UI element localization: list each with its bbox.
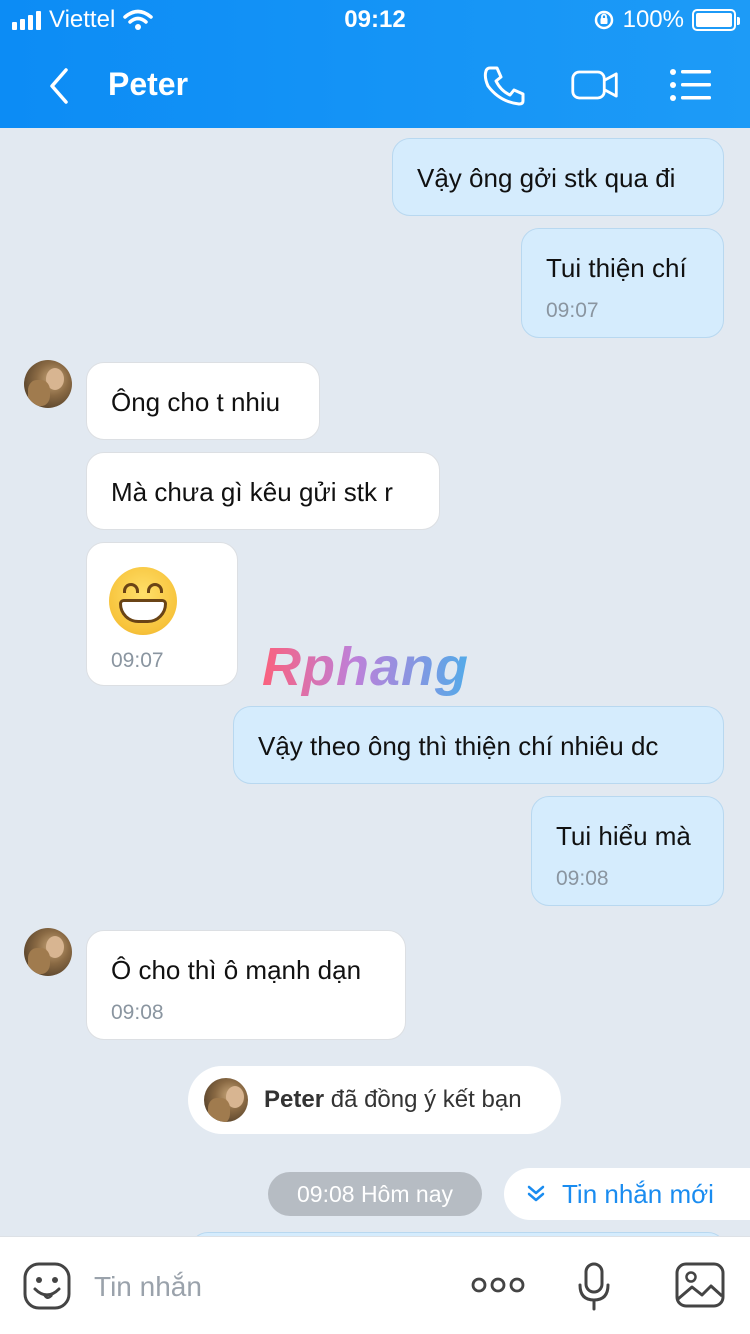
message-bubble[interactable]: Tui hiểu mà 09:08	[531, 796, 724, 906]
message-bubble[interactable]: Vậy theo ông thì thiện chí nhiêu dc	[233, 706, 724, 784]
message-time: 09:08	[111, 1001, 164, 1024]
video-camera-icon[interactable]	[570, 62, 620, 108]
notice-name: Peter	[264, 1086, 325, 1113]
message-text: Tui hiểu mà	[556, 821, 691, 851]
contact-name[interactable]: Peter	[108, 66, 188, 103]
phone-icon[interactable]	[480, 62, 530, 108]
notice-message: đã đồng ý kết bạn	[330, 1086, 522, 1113]
time-divider: 09:08 Hôm nay	[268, 1172, 482, 1216]
message-time: 09:07	[111, 649, 164, 672]
notice-text: Peter đã đồng ý kết bạn	[264, 1086, 522, 1114]
chat-header: Viettel 09:12 100% Peter	[0, 0, 750, 128]
sticker-smiley-icon[interactable]	[22, 1261, 72, 1311]
list-menu-icon[interactable]	[666, 62, 716, 108]
message-bubble[interactable]: Ô cho thì ô mạnh dạn 09:08	[86, 930, 406, 1040]
message-text: Vậy theo ông thì thiện chí nhiêu dc	[258, 731, 659, 761]
message-time: 09:07	[546, 299, 599, 322]
message-bubble[interactable]: Ông cho t nhiu	[86, 362, 320, 440]
more-options-icon[interactable]	[470, 1267, 526, 1303]
message-bubble[interactable]: 09:07	[86, 542, 238, 686]
message-input[interactable]	[94, 1265, 454, 1309]
new-messages-button[interactable]: Tin nhắn mới	[504, 1168, 750, 1220]
message-bubble[interactable]: Mà chưa gì kêu gửi stk r	[86, 452, 440, 530]
message-text: Vậy ông gởi stk qua đi	[417, 163, 676, 193]
avatar[interactable]	[24, 360, 72, 408]
message-bubble[interactable]: Vậy ông gởi stk qua đi	[392, 138, 724, 216]
back-chevron-icon[interactable]	[40, 64, 80, 108]
battery-icon	[692, 9, 740, 31]
composer-bar	[0, 1236, 750, 1334]
status-bar: Viettel 09:12 100%	[0, 0, 750, 40]
microphone-icon[interactable]	[576, 1261, 612, 1313]
message-text: Mà chưa gì kêu gửi stk r	[111, 477, 393, 507]
message-text: Ô cho thì ô mạnh dạn	[111, 955, 362, 985]
message-time: 09:08	[556, 867, 609, 890]
grinning-face-emoji	[109, 567, 177, 635]
double-chevron-down-icon	[527, 1185, 545, 1202]
avatar[interactable]	[204, 1078, 248, 1122]
message-bubble[interactable]: Tui thiện chí 09:07	[521, 228, 724, 338]
avatar[interactable]	[24, 928, 72, 976]
image-gallery-icon[interactable]	[674, 1261, 726, 1309]
nav-bar: Peter	[0, 44, 750, 128]
message-text: Tui thiện chí	[546, 253, 687, 283]
message-text: Ông cho t nhiu	[111, 387, 281, 417]
battery-percent: 100%	[622, 6, 684, 33]
watermark-logo: Rphang	[262, 637, 469, 697]
battery-status: 100%	[593, 6, 740, 34]
friend-accepted-notice: Peter đã đồng ý kết bạn	[188, 1066, 561, 1134]
new-messages-label: Tin nhắn mới	[562, 1178, 714, 1209]
message-list[interactable]: Vậy ông gởi stk qua đi Tui thiện chí 09:…	[0, 128, 750, 1252]
rotation-lock-icon	[594, 10, 613, 30]
